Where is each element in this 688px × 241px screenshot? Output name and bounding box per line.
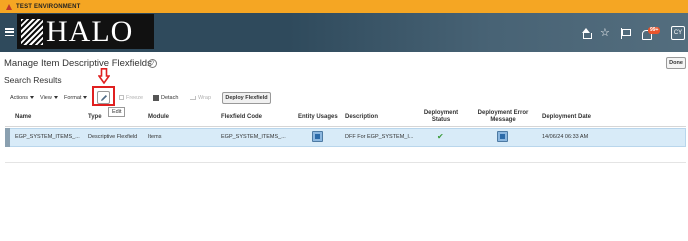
view-menu-label: View [40,95,52,101]
warning-icon [6,3,12,10]
wrap-label: Wrap [198,95,212,101]
cell-description: DFF For EGP_SYSTEM_I... [345,134,414,140]
deployed-checkmark-icon: ✔ [437,132,444,141]
freeze-icon [119,95,124,101]
cell-name[interactable]: EGP_SYSTEM_ITEMS_... [15,134,80,141]
page-title: Manage Item Descriptive Flexfields [4,58,152,69]
annotation-arrow-icon [98,68,110,84]
favorites-star-icon[interactable]: ☆ [600,28,611,39]
menu-icon[interactable] [5,28,14,36]
environment-banner: TEST ENVIRONMENT [0,0,688,13]
format-menu[interactable]: Format [64,94,88,102]
column-header-deployment-status[interactable]: Deployment Status [414,110,468,124]
entity-usages-icon[interactable] [312,131,323,142]
column-header-deployment-status-line2: Status [431,117,451,123]
column-header-deployment-error[interactable]: Deployment Error Message [473,110,533,124]
notification-count-badge: 99+ [648,27,661,34]
detach-icon [153,94,159,101]
detach-label: Detach [161,95,179,101]
header-divider [5,126,686,127]
deployment-error-message-icon[interactable] [497,131,508,142]
environment-banner-text: TEST ENVIRONMENT [16,3,81,10]
cell-deployment-date: 14/06/24 06:33 AM [542,134,589,140]
column-header-flexfield-code[interactable]: Flexfield Code [221,114,262,121]
actions-menu-label: Actions [10,95,29,101]
column-header-name[interactable]: Name [15,114,31,121]
wrap-button[interactable]: Wrap [190,94,211,102]
halo-logo[interactable]: HALO [17,14,154,49]
detach-button[interactable]: Detach [153,94,178,102]
column-header-deployment-status-line1: Deployment [423,110,459,116]
view-menu[interactable]: View [40,94,58,102]
logo-emblem [21,18,43,45]
column-header-deployment-date[interactable]: Deployment Date [542,114,591,121]
edit-tooltip: Edit [108,107,126,117]
deploy-flexfield-button[interactable]: Deploy Flexfield [222,92,271,104]
cell-type: Descriptive Flexfield [88,134,138,140]
wrap-icon [190,95,196,100]
watchlist-flag-icon[interactable] [620,28,631,39]
help-icon[interactable]: ? [148,59,157,68]
column-header-module[interactable]: Module [148,114,169,121]
chevron-down-icon [30,96,35,100]
actions-menu[interactable]: Actions [10,94,35,102]
column-header-type[interactable]: Type [88,114,102,121]
cell-module: Items [148,134,162,140]
column-header-entity-usages[interactable]: Entity Usages [298,114,338,121]
row-selection-marker [5,128,10,147]
column-header-description[interactable]: Description [345,114,378,121]
format-menu-label: Format [64,95,82,101]
done-button[interactable]: Done [666,57,686,69]
logo-text: HALO [46,14,134,48]
annotation-highlight-box [92,86,115,106]
freeze-label: Freeze [126,95,144,101]
search-results-heading: Search Results [4,75,62,85]
home-icon[interactable] [581,28,592,39]
user-avatar[interactable]: CY [671,26,685,40]
chevron-down-icon [83,96,88,100]
column-header-deployment-error-line2: Message [490,117,516,123]
cell-flexfield-code: EGP_SYSTEM_ITEMS_... [221,134,286,140]
table-bottom-divider [5,162,686,163]
freeze-button[interactable]: Freeze [119,94,143,102]
column-header-deployment-error-line1: Deployment Error [477,110,529,116]
chevron-down-icon [53,96,58,100]
